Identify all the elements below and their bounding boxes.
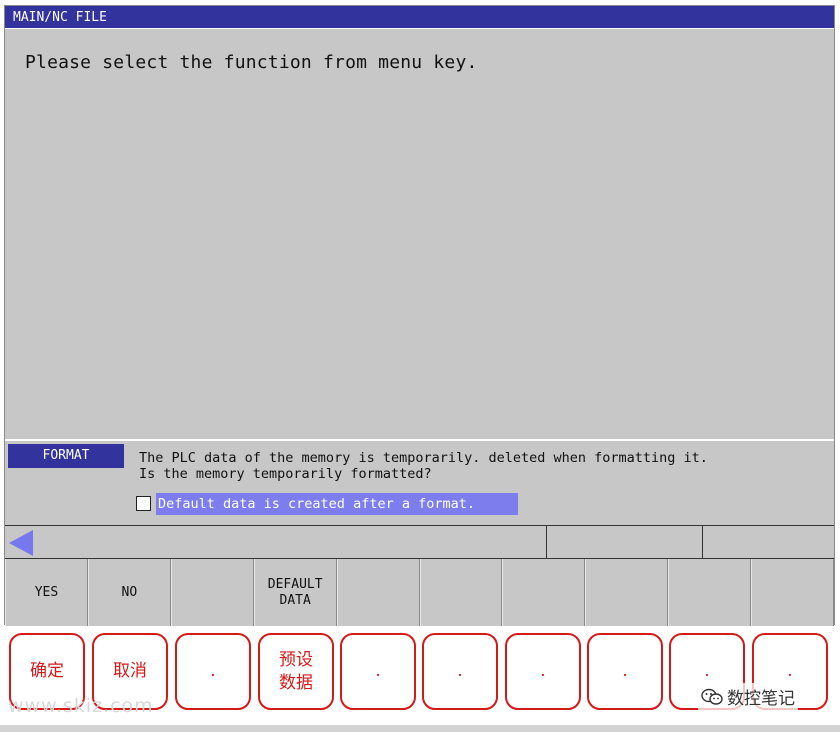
confirm-message: The PLC data of the memory is temporaril…: [139, 450, 708, 482]
back-arrow-icon[interactable]: [9, 530, 33, 556]
softkey-9[interactable]: [668, 559, 752, 626]
softkey-7[interactable]: [502, 559, 586, 626]
softkey-5[interactable]: [336, 559, 420, 626]
status-divider: [546, 526, 547, 558]
softkey-6[interactable]: [419, 559, 503, 626]
softkey-default-data[interactable]: DEFAULT DATA: [253, 559, 337, 626]
annotation-dot: .: [587, 633, 663, 710]
brand-badge: 数控笔记: [698, 683, 798, 710]
status-divider: [702, 526, 703, 558]
window-title: MAIN/NC FILE: [5, 6, 834, 29]
prompt-message: Please select the function from menu key…: [25, 52, 478, 73]
watermark: www.skiz.com: [8, 695, 154, 717]
softkey-bar: YES NO DEFAULT DATA: [5, 559, 835, 626]
softkey-yes[interactable]: YES: [5, 559, 88, 626]
format-dialog: FORMAT The PLC data of the memory is tem…: [5, 439, 834, 525]
bottom-band: [0, 725, 840, 732]
brand-name: 数控笔记: [727, 689, 795, 709]
status-bar: [5, 525, 834, 559]
annotation-dot: .: [505, 633, 581, 710]
annotation-preset-data: 预设 数据: [258, 633, 334, 710]
annotation-dot: .: [175, 633, 251, 710]
format-tab: FORMAT: [8, 444, 124, 468]
cnc-screen: MAIN/NC FILE Please select the function …: [4, 5, 835, 626]
default-data-checkbox[interactable]: [136, 496, 151, 511]
annotation-dot: .: [340, 633, 416, 710]
wechat-icon: [701, 688, 723, 705]
default-data-option-label[interactable]: Default data is created after a format.: [156, 493, 518, 515]
softkey-3[interactable]: [170, 559, 254, 626]
softkey-8[interactable]: [585, 559, 669, 626]
softkey-no[interactable]: NO: [87, 559, 171, 626]
softkey-10[interactable]: [751, 559, 835, 626]
annotation-dot: .: [422, 633, 498, 710]
